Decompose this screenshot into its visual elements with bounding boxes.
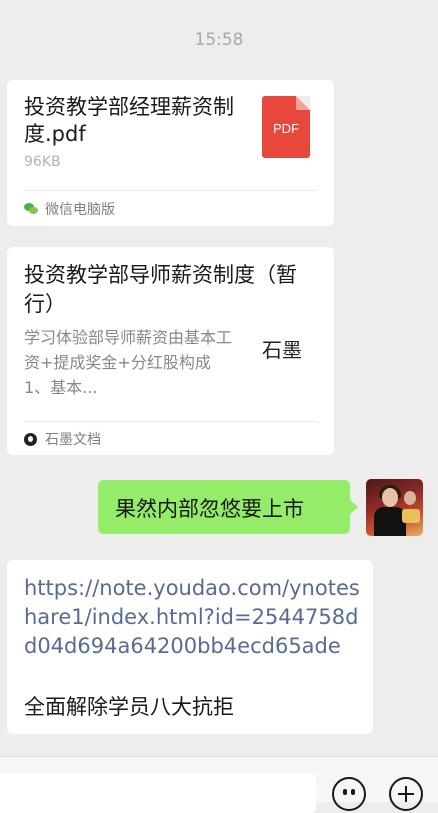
pdf-file-icon: PDF xyxy=(262,96,310,158)
file-source-label: 微信电脑版 xyxy=(45,202,115,218)
file-title: 投资教学部经理薪资制度.pdf xyxy=(24,95,234,146)
message-input[interactable] xyxy=(0,773,316,813)
link-description: 学习体验部导师薪资由基本工资+提成奖金+分红股构成 1、基本... xyxy=(24,328,233,397)
shimo-thumbnail: 石墨 xyxy=(262,338,302,362)
emoji-button[interactable] xyxy=(332,777,366,811)
input-bar xyxy=(0,756,438,813)
shimo-docs-icon xyxy=(24,432,37,446)
plus-button[interactable] xyxy=(389,777,423,811)
emoji-icon xyxy=(343,789,347,795)
my-message-text: 果然内部忽悠要上市 xyxy=(115,497,304,521)
my-avatar[interactable] xyxy=(366,479,423,536)
link-source-label: 石墨文档 xyxy=(45,432,101,448)
file-message-card[interactable]: 投资教学部经理薪资制度.pdf 96KB PDF 微信电脑版 xyxy=(7,80,334,226)
my-message-bubble[interactable]: 果然内部忽悠要上市 xyxy=(98,480,358,534)
chat-timestamp: 15:58 xyxy=(194,30,244,50)
message-text: 全面解除学员八大抗拒 xyxy=(24,695,234,719)
link-message-card[interactable]: 投资教学部导师薪资制度（暂行） 学习体验部导师薪资由基本工资+提成奖金+分红股构… xyxy=(7,247,334,455)
pdf-icon-label: PDF xyxy=(273,121,299,136)
wechat-icon xyxy=(24,203,38,215)
message-url-link[interactable]: https://note.youdao.com/ynoteshare1/inde… xyxy=(24,574,369,661)
text-message-bubble[interactable]: https://note.youdao.com/ynoteshare1/inde… xyxy=(7,560,373,734)
card-divider xyxy=(24,190,317,191)
file-source-row: 微信电脑版 xyxy=(24,199,115,219)
link-title: 投资教学部导师薪资制度（暂行） xyxy=(24,263,297,316)
link-source-row: 石墨文档 xyxy=(24,429,101,449)
card-divider xyxy=(24,421,317,422)
file-size: 96KB xyxy=(24,154,61,170)
